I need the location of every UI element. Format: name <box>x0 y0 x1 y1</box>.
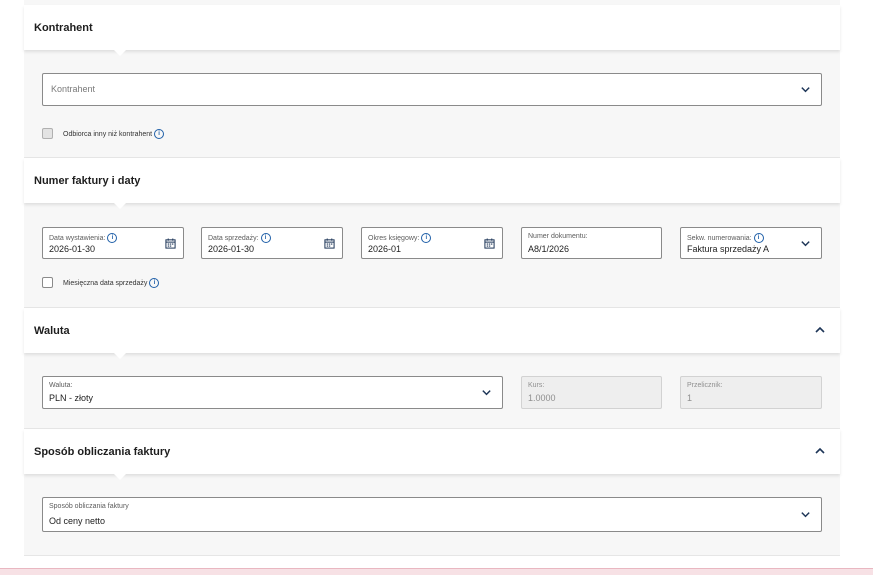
calendar-icon[interactable] <box>165 238 176 249</box>
miesieczna-data-checkbox[interactable] <box>42 277 53 288</box>
miesieczna-data-checkbox-label: Miesięczna data sprzedaży i <box>63 278 160 288</box>
section-title-waluta: Waluta <box>34 325 70 337</box>
numer-dokumentu-field[interactable]: Numer dokumentu: A8/1/2026 <box>521 227 662 259</box>
numer-dokumentu-label: Numer dokumentu: <box>528 233 588 240</box>
section-title-sposob: Sposób obliczania faktury <box>34 446 171 458</box>
miesieczna-label-text: Miesięczna data sprzedaży <box>63 279 148 287</box>
header-notch <box>114 474 126 480</box>
chevron-up-icon[interactable] <box>814 324 826 336</box>
chevron-up-icon[interactable] <box>814 445 826 457</box>
chevron-down-icon <box>801 512 810 518</box>
header-notch <box>114 50 126 56</box>
sekw-numerowania-label: Sekw. numerowania: i <box>687 233 764 243</box>
section-title-numer: Numer faktury i daty <box>34 175 141 187</box>
przelicznik-value: 1 <box>687 393 693 403</box>
sposob-obliczania-select[interactable]: Sposób obliczania faktury Od ceny netto <box>42 497 822 532</box>
przelicznik-field: Przelicznik: 1 <box>680 376 822 409</box>
invoice-form-panel: Kontrahent Kontrahent Odbiorca inny niż … <box>24 0 840 556</box>
section-title-kontrahent: Kontrahent <box>34 22 93 34</box>
odbiorca-label-text: Odbiorca inny niż kontrahent <box>63 130 153 138</box>
header-notch <box>114 203 126 209</box>
sekw-numerowania-select[interactable]: Sekw. numerowania: i Faktura sprzedaży A <box>680 227 822 259</box>
kurs-label: Kurs: <box>528 382 545 389</box>
sposob-obliczania-value: Od ceny netto <box>49 516 106 526</box>
header-notch <box>114 353 126 359</box>
numer-dokumentu-value: A8/1/2026 <box>528 244 570 254</box>
chevron-down-icon <box>801 241 810 247</box>
chevron-down-icon <box>801 87 810 93</box>
kurs-value: 1.0000 <box>528 393 556 403</box>
waluta-label: Waluta: <box>49 382 73 389</box>
info-icon[interactable]: i <box>421 233 432 243</box>
section-header-waluta[interactable]: Waluta <box>24 308 840 359</box>
info-icon[interactable]: i <box>753 233 764 243</box>
sposob-obliczania-label: Sposób obliczania faktury <box>49 503 129 510</box>
data-wystawienia-value: 2026-01-30 <box>49 244 96 254</box>
data-wystawienia-label-text: Data wystawienia: <box>49 234 106 242</box>
przelicznik-label: Przelicznik: <box>687 382 723 389</box>
section-header-sposob[interactable]: Sposób obliczania faktury <box>24 429 840 480</box>
kontrahent-placeholder: Kontrahent <box>51 84 96 94</box>
okres-ksiegowy-field[interactable]: Okres księgowy: i 2026-01 <box>361 227 503 259</box>
kurs-field: Kurs: 1.0000 <box>521 376 662 409</box>
data-wystawienia-field[interactable]: Data wystawienia: i 2026-01-30 <box>42 227 184 259</box>
okres-ksiegowy-label-text: Okres księgowy: <box>368 234 420 242</box>
odbiorca-checkbox[interactable] <box>42 128 53 139</box>
info-icon[interactable]: i <box>107 233 118 243</box>
okres-ksiegowy-label: Okres księgowy: i <box>368 233 432 243</box>
data-wystawienia-label: Data wystawienia: i <box>49 233 118 243</box>
waluta-select[interactable]: Waluta: PLN - złoty <box>42 376 503 409</box>
info-icon[interactable]: i <box>154 129 165 139</box>
data-sprzedazy-label: Data sprzedaży: i <box>208 233 271 243</box>
data-sprzedazy-field[interactable]: Data sprzedaży: i 2026-01-30 <box>201 227 343 259</box>
data-sprzedazy-value: 2026-01-30 <box>208 244 255 254</box>
section-divider <box>24 555 840 556</box>
kontrahent-select[interactable]: Kontrahent <box>42 73 822 106</box>
waluta-value: PLN - złoty <box>49 393 94 403</box>
calendar-icon[interactable] <box>324 238 335 249</box>
okres-ksiegowy-value: 2026-01 <box>368 244 402 254</box>
info-icon[interactable]: i <box>149 278 160 288</box>
data-sprzedazy-label-text: Data sprzedaży: <box>208 234 259 242</box>
chevron-down-icon <box>482 390 491 396</box>
odbiorca-checkbox-label: Odbiorca inny niż kontrahent i <box>63 129 165 139</box>
info-icon[interactable]: i <box>260 233 271 243</box>
section-header-kontrahent[interactable]: Kontrahent <box>24 5 840 56</box>
calendar-icon[interactable] <box>484 238 495 249</box>
sekw-numerowania-value: Faktura sprzedaży A <box>687 244 770 254</box>
sekw-numerowania-label-text: Sekw. numerowania: <box>687 234 752 242</box>
section-header-numer[interactable]: Numer faktury i daty <box>24 158 840 209</box>
